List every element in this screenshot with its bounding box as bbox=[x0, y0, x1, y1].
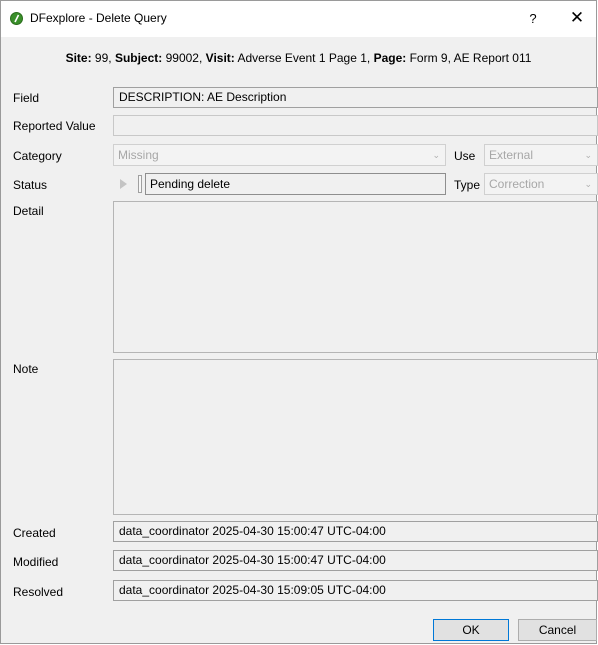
resolved-label: Resolved bbox=[13, 585, 64, 599]
modified-label: Modified bbox=[13, 555, 59, 569]
query-context-header: Site: 99, Subject: 99002, Visit: Adverse… bbox=[1, 51, 596, 65]
site-label: Site: bbox=[65, 51, 92, 65]
chevron-down-icon: ⌄ bbox=[584, 150, 592, 160]
category-value: Missing bbox=[118, 148, 159, 162]
detail-label: Detail bbox=[13, 204, 44, 218]
type-select[interactable]: Correction ⌄ bbox=[484, 173, 598, 195]
use-value: External bbox=[489, 148, 534, 162]
note-label: Note bbox=[13, 362, 39, 376]
status-separator bbox=[138, 175, 142, 193]
created-value: data_coordinator 2025-04-30 15:00:47 UTC… bbox=[113, 521, 598, 542]
reported-value-field bbox=[113, 115, 598, 136]
page-label: Page: bbox=[373, 51, 407, 65]
category-label: Category bbox=[13, 149, 62, 163]
delete-query-dialog: DFexplore - Delete Query ? ✕ Site: 99, S… bbox=[0, 0, 598, 644]
visit-label: Visit: bbox=[205, 51, 235, 65]
field-value: DESCRIPTION: AE Description bbox=[113, 87, 598, 108]
type-value: Correction bbox=[489, 177, 545, 191]
play-icon[interactable] bbox=[114, 174, 132, 194]
type-label: Type bbox=[454, 178, 481, 192]
title-bar: DFexplore - Delete Query ? ✕ bbox=[1, 1, 596, 37]
resolved-value: data_coordinator 2025-04-30 15:09:05 UTC… bbox=[113, 580, 598, 601]
use-select[interactable]: External ⌄ bbox=[484, 144, 598, 166]
status-value: Pending delete bbox=[145, 173, 446, 195]
cancel-button[interactable]: Cancel bbox=[518, 619, 597, 641]
category-select[interactable]: Missing ⌄ bbox=[113, 144, 446, 166]
subject-label: Subject: bbox=[114, 51, 163, 65]
app-icon bbox=[10, 12, 23, 25]
page-value: Form 9, AE Report 011 bbox=[406, 51, 532, 65]
ok-button[interactable]: OK bbox=[433, 619, 509, 641]
close-button[interactable]: ✕ bbox=[568, 8, 586, 28]
help-button[interactable]: ? bbox=[527, 11, 539, 26]
created-label: Created bbox=[13, 526, 56, 540]
visit-value: Adverse Event 1 Page 1, bbox=[234, 51, 371, 65]
note-textarea[interactable] bbox=[113, 359, 598, 515]
use-label: Use bbox=[454, 149, 476, 163]
subject-value: 99002, bbox=[162, 51, 203, 65]
detail-textarea[interactable] bbox=[113, 201, 598, 353]
site-value: 99, bbox=[91, 51, 112, 65]
modified-value: data_coordinator 2025-04-30 15:00:47 UTC… bbox=[113, 550, 598, 571]
chevron-down-icon: ⌄ bbox=[432, 150, 440, 160]
window-title: DFexplore - Delete Query bbox=[30, 11, 167, 25]
reported-value-label: Reported Value bbox=[13, 119, 96, 133]
chevron-down-icon: ⌄ bbox=[584, 179, 592, 189]
field-label: Field bbox=[13, 91, 40, 105]
status-label: Status bbox=[13, 178, 48, 192]
